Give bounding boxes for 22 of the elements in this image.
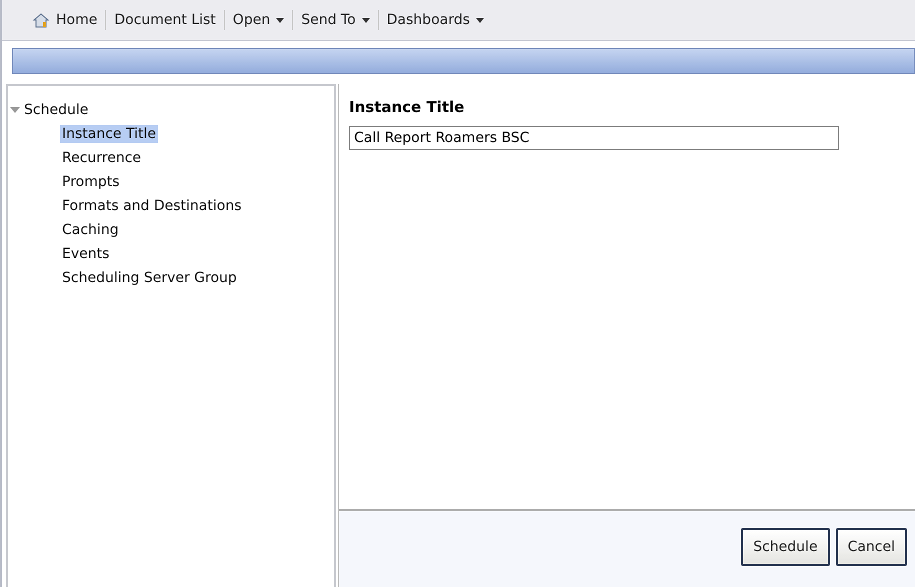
menu-button[interactable]: Send To	[293, 12, 378, 28]
tree-item[interactable]: Events	[60, 245, 112, 263]
tree-root-label[interactable]: Schedule	[24, 102, 88, 118]
tree-item[interactable]: Scheduling Server Group	[60, 269, 239, 287]
menu-button[interactable]: Open	[224, 12, 292, 28]
schedule-button[interactable]: Schedule	[741, 528, 830, 566]
tree-item[interactable]: Caching	[60, 221, 121, 239]
tree-item[interactable]: Instance Title	[60, 125, 158, 143]
tree-item[interactable]: Recurrence	[60, 149, 144, 167]
expand-icon[interactable]	[10, 106, 20, 114]
caret-icon	[276, 18, 284, 22]
tree-item[interactable]: Formats and Destinations	[60, 197, 244, 215]
section-heading: Instance Title	[349, 98, 466, 116]
toolbar-link[interactable]: Home	[24, 11, 106, 29]
cancel-button[interactable]: Cancel	[836, 528, 907, 566]
menu-button[interactable]: Dashboards	[378, 12, 492, 28]
toolbar-link[interactable]: Document List	[106, 12, 224, 28]
tree-item[interactable]: Prompts	[60, 173, 122, 191]
title-input-field[interactable]: Call Report Roamers BSC	[349, 126, 839, 150]
caret-icon	[476, 18, 484, 22]
house-icon	[32, 11, 50, 29]
caret-icon	[362, 18, 370, 22]
